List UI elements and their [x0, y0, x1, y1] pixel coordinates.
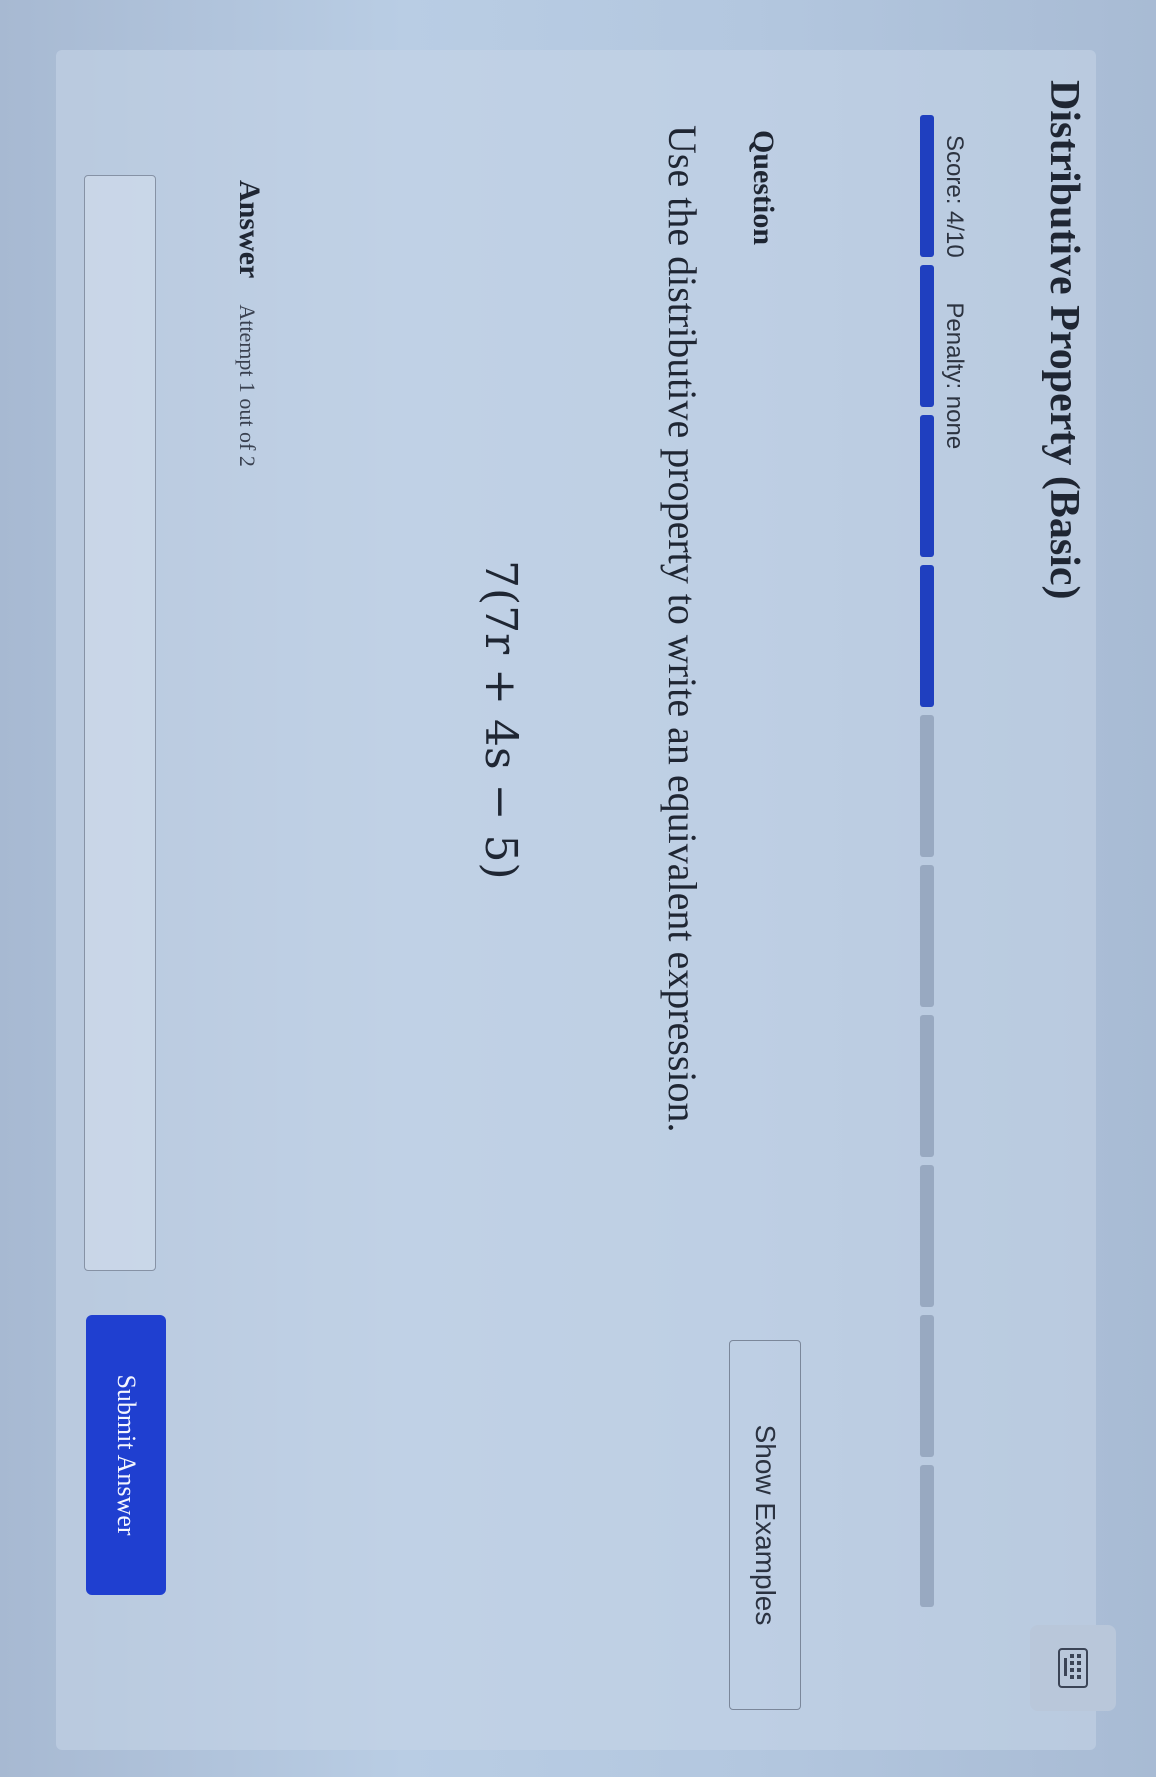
attempt-counter: Attempt 1 out of 2	[235, 304, 260, 467]
progress-bar	[920, 115, 934, 1607]
progress-segment	[920, 115, 934, 257]
progress-segment	[920, 415, 934, 557]
answer-input[interactable]	[84, 175, 156, 1271]
screen: Distributive Property (Basic) Score: 4/1…	[0, 0, 1156, 1777]
progress-segment	[920, 565, 934, 707]
score-bar: Score: 4/10 Penalty: none	[940, 135, 968, 487]
progress-segment	[920, 1465, 934, 1607]
progress-segment	[920, 865, 934, 1007]
submit-answer-button[interactable]: Submit Answer	[86, 1315, 166, 1595]
assignment-page: Distributive Property (Basic) Score: 4/1…	[0, 0, 1156, 1777]
page-title: Distributive Property (Basic)	[1041, 80, 1087, 600]
progress-segment	[920, 1165, 934, 1307]
answer-header: Answer Attempt 1 out of 2	[232, 180, 266, 467]
progress-segment	[920, 1315, 934, 1457]
progress-segment	[920, 265, 934, 407]
show-examples-button[interactable]: Show Examples	[729, 1340, 801, 1710]
keypad-icon[interactable]	[1030, 1625, 1116, 1711]
question-prompt: Use the distributive property to write a…	[660, 125, 705, 1133]
math-expression: 7(7r + 4s − 5)	[475, 560, 526, 880]
progress-segment	[920, 715, 934, 857]
score-text: Score: 4/10	[941, 135, 968, 258]
penalty-text: Penalty: none	[941, 302, 968, 450]
progress-segment	[920, 1015, 934, 1157]
question-heading: Question	[747, 130, 780, 246]
answer-heading: Answer	[233, 180, 266, 279]
keypad-glyph	[1058, 1648, 1088, 1688]
